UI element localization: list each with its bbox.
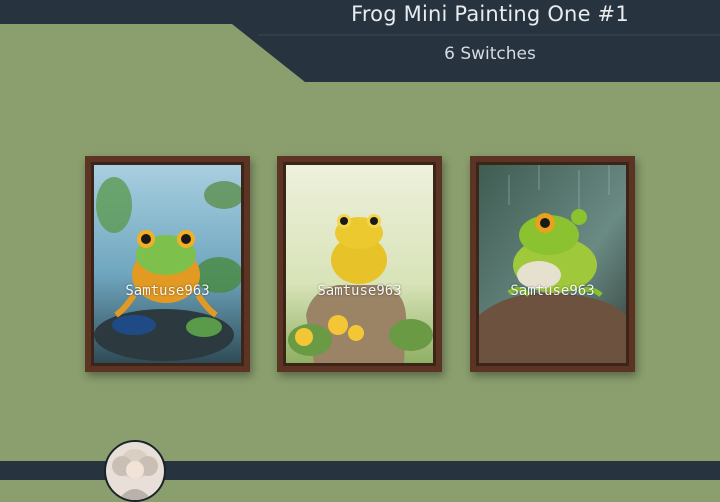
frog-painting-image <box>286 165 433 363</box>
watermark-text: Samtuse963 <box>317 283 402 299</box>
avatar-image <box>106 442 164 500</box>
painting-canvas: Samtuse963 <box>94 165 241 363</box>
frog-painting-image <box>479 165 626 363</box>
page-subtitle: 6 Switches <box>444 44 536 64</box>
painting-canvas: Samtuse963 <box>286 165 433 363</box>
header-bar: Frog Mini Painting One #1 6 Switches <box>0 0 720 82</box>
painting-frame-3[interactable]: Samtuse963 <box>470 156 635 372</box>
painting-canvas: Samtuse963 <box>479 165 626 363</box>
painting-frame-1[interactable]: Samtuse963 <box>85 156 250 372</box>
frame-border: Samtuse963 <box>476 162 629 366</box>
painting-frame-2[interactable]: Samtuse963 <box>277 156 442 372</box>
frame-border: Samtuse963 <box>283 162 436 366</box>
frame-border: Samtuse963 <box>91 162 244 366</box>
creator-avatar[interactable] <box>104 440 166 502</box>
page-title: Frog Mini Painting One #1 <box>351 2 629 26</box>
watermark-text: Samtuse963 <box>125 283 210 299</box>
frog-painting-image <box>94 165 241 363</box>
watermark-text: Samtuse963 <box>510 283 595 299</box>
